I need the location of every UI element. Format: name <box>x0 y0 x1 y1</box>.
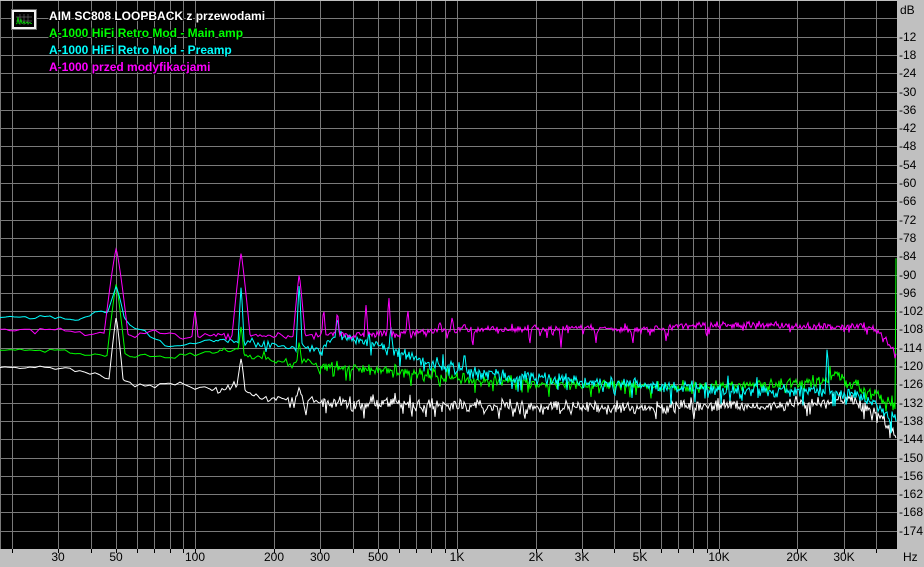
spectrum-icon <box>16 14 32 25</box>
y-tick-label: -24 <box>899 66 917 81</box>
y-tick-label: -42 <box>899 121 917 136</box>
y-tick-label: -12 <box>899 29 917 44</box>
x-tick-label: 20K <box>786 550 808 564</box>
x-axis-unit-label: Hz <box>903 550 918 564</box>
x-tick-label: 100 <box>184 550 206 564</box>
y-tick-label: -18 <box>899 47 917 62</box>
x-tick-label: 5K <box>632 550 648 564</box>
y-tick-label: -96 <box>899 285 917 300</box>
y-tick-label: -90 <box>899 267 917 282</box>
x-tick-label: 1K <box>449 550 465 564</box>
y-tick-label: -132 <box>899 395 924 410</box>
x-tick-label: 500 <box>367 550 389 564</box>
y-tick-label: -102 <box>899 304 924 319</box>
plot-background <box>0 0 897 549</box>
x-tick-label: 50 <box>109 550 123 564</box>
y-tick-label: -30 <box>899 84 917 99</box>
x-tick-label: 30K <box>833 550 855 564</box>
spectrum-analyzer-window: -12 -18 -24 -30 -36 -42 -48 -54 -60 -66 -72 -78 -84 -… <box>0 0 924 567</box>
legend-item-0: AIM SC808 LOOPBACK z przewodami <box>49 9 266 23</box>
y-tick-label: -84 <box>899 249 917 264</box>
plot-area <box>0 0 924 553</box>
y-tick-label: -138 <box>899 413 924 428</box>
y-tick-label: -48 <box>899 139 917 154</box>
y-tick-label: -78 <box>899 230 917 245</box>
x-tick-label: 10K <box>708 550 730 564</box>
y-tick-label: -144 <box>899 432 924 447</box>
y-tick-label: -108 <box>899 322 924 337</box>
x-tick-label: 30 <box>51 550 65 564</box>
y-tick-label: -162 <box>899 487 924 502</box>
y-tick-label: -114 <box>899 340 923 355</box>
y-tick-label: -54 <box>899 157 917 172</box>
y-tick-label: -66 <box>899 194 917 209</box>
x-tick-label: 200 <box>263 550 285 564</box>
spectrum-thumbnail-button[interactable] <box>11 9 37 30</box>
x-tick-marks <box>12 549 877 553</box>
legend-item-2: A-1000 HiFi Retro Mod - Preamp <box>49 43 232 57</box>
y-tick-label: -72 <box>899 212 917 227</box>
y-axis-unit-label: dB <box>900 3 915 17</box>
legend-item-3: A-1000 przed modyfikacjami <box>49 60 211 74</box>
y-tick-label: -156 <box>899 468 924 483</box>
x-tick-label: 2K <box>528 550 544 564</box>
legend-item-1: A-1000 HiFi Retro Mod - Main amp <box>49 26 244 40</box>
x-tick-label: 300 <box>309 550 331 564</box>
y-tick-label: -150 <box>899 450 924 465</box>
y-tick-label: -36 <box>899 102 917 117</box>
y-tick-label: -120 <box>899 359 924 373</box>
y-tick-label: -168 <box>899 505 924 520</box>
x-tick-label: 3K <box>574 550 590 564</box>
y-tick-label: -126 <box>899 377 924 392</box>
legend: AIM SC808 LOOPBACK z przewodami A-1000 Hi… <box>49 8 265 76</box>
y-tick-label: -60 <box>899 176 917 190</box>
y-tick-label: -174 <box>899 523 924 538</box>
